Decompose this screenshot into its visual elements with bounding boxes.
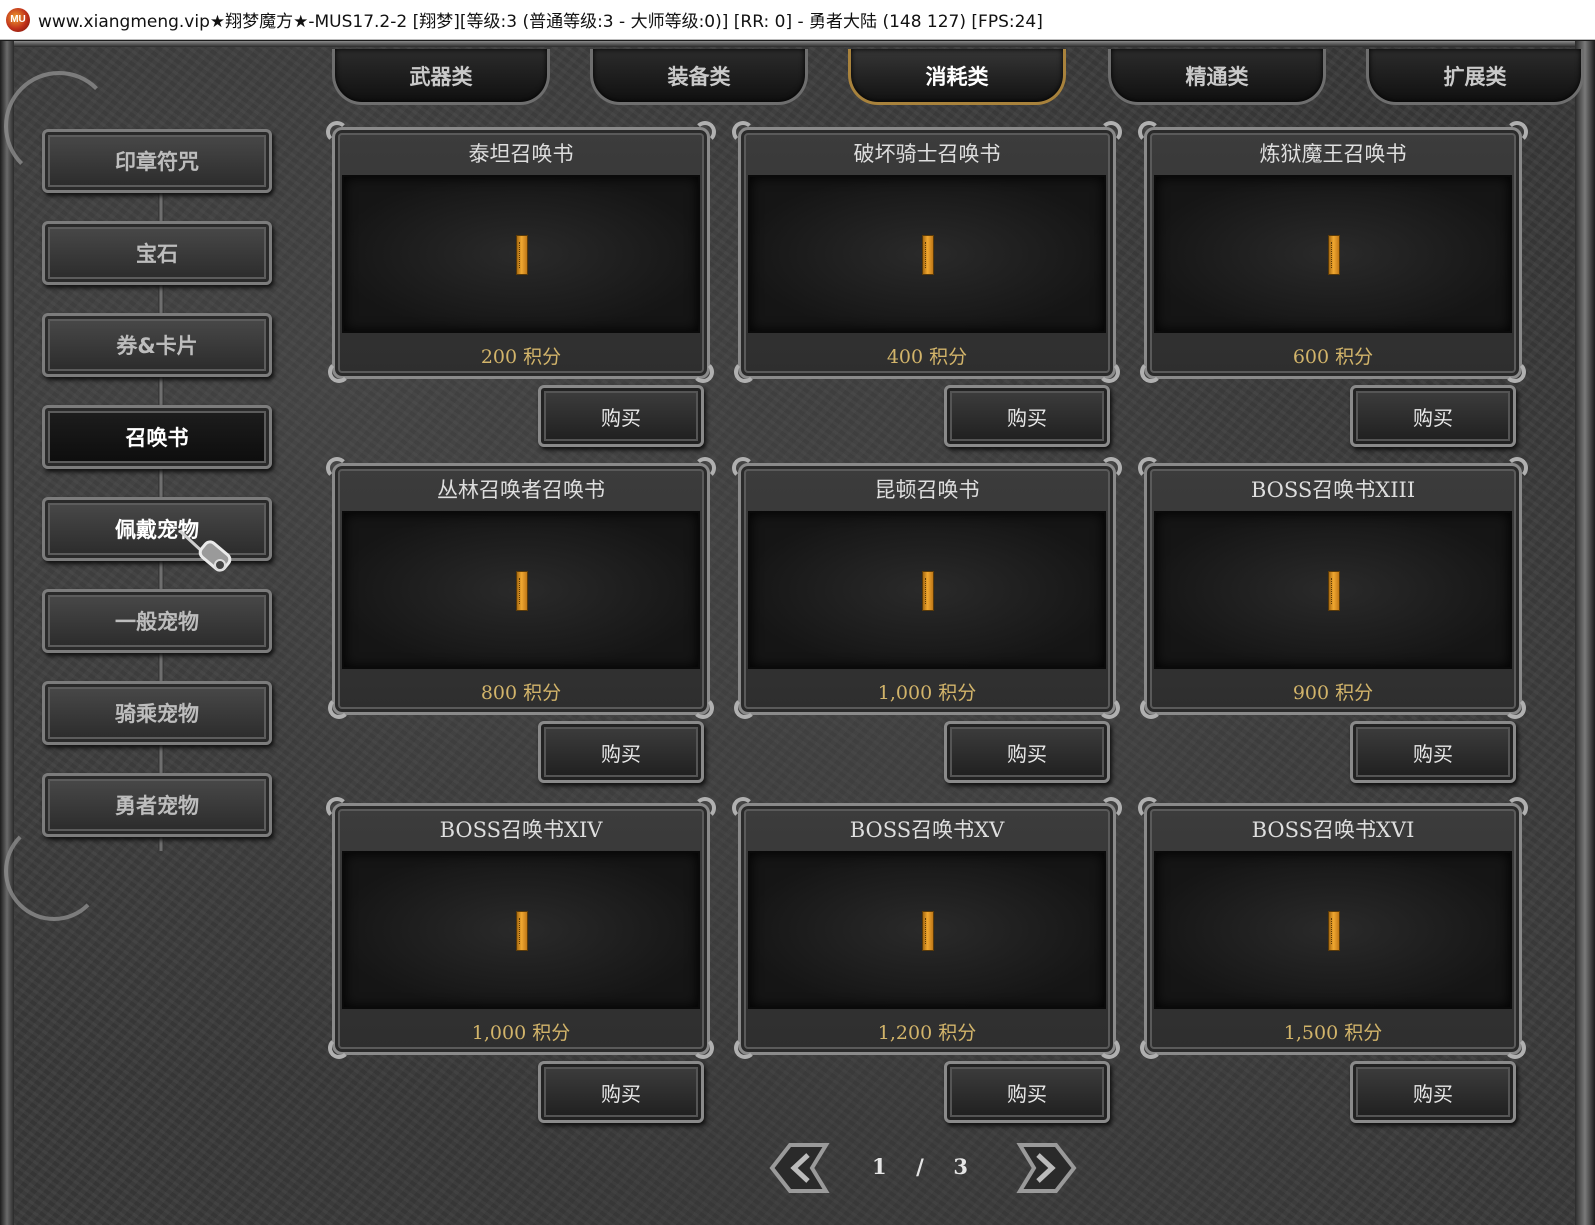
category-mount-pet[interactable]: 骑乘宠物 bbox=[42, 681, 272, 745]
item-preview[interactable] bbox=[748, 175, 1106, 333]
tab-extension[interactable]: 扩展类 bbox=[1366, 49, 1584, 105]
item-card: BOSS召唤书XIV 1,000 积分 bbox=[326, 797, 716, 1059]
tab-weapons[interactable]: 武器类 bbox=[332, 49, 550, 105]
scroll-icon bbox=[1328, 911, 1340, 951]
category-hero-pet[interactable]: 勇者宠物 bbox=[42, 773, 272, 837]
item-preview[interactable] bbox=[342, 511, 700, 669]
item-card: 破坏骑士召唤书 400 积分 bbox=[732, 121, 1122, 383]
window-title: www.xiangmeng.vip★翔梦魔方★-MUS17.2-2 [翔梦][等… bbox=[38, 12, 1043, 32]
scroll-icon bbox=[516, 571, 528, 611]
buy-button[interactable]: 购买 bbox=[1350, 385, 1516, 447]
item-preview[interactable] bbox=[342, 851, 700, 1009]
arrow-right-icon[interactable] bbox=[1016, 1141, 1078, 1195]
page-indicator: 1 / 3 bbox=[872, 1151, 968, 1181]
buy-button[interactable]: 购买 bbox=[538, 385, 704, 447]
item-card: 炼狱魔王召唤书 600 积分 bbox=[1138, 121, 1528, 383]
item-name: 昆顿召唤书 bbox=[874, 478, 980, 502]
item-price: 1,000 积分 bbox=[877, 681, 977, 704]
item-price: 1,500 积分 bbox=[1283, 1021, 1383, 1044]
frame-top bbox=[0, 41, 1595, 47]
item-price: 900 积分 bbox=[1292, 681, 1374, 704]
item-name: BOSS召唤书XV bbox=[849, 818, 1005, 842]
item-name: BOSS召唤书XIV bbox=[439, 818, 603, 842]
hammer-cursor-icon bbox=[178, 529, 232, 572]
scroll-icon bbox=[516, 235, 528, 275]
category-gem[interactable]: 宝石 bbox=[42, 221, 272, 285]
item-price: 200 积分 bbox=[480, 345, 562, 368]
shop-window: 武器类 装备类 消耗类 精通类 扩展类 印章符咒 宝石 券&卡片 召唤书 佩戴宠… bbox=[0, 41, 1595, 1225]
item-name: 丛林召唤者召唤书 bbox=[437, 478, 605, 502]
category-seal-charm[interactable]: 印章符咒 bbox=[42, 129, 272, 193]
scroll-icon bbox=[922, 235, 934, 275]
item-preview[interactable] bbox=[748, 511, 1106, 669]
item-name: 破坏骑士召唤书 bbox=[853, 142, 1001, 166]
scroll-icon bbox=[1328, 571, 1340, 611]
buy-button[interactable]: 购买 bbox=[1350, 1061, 1516, 1123]
item-card: 丛林召唤者召唤书 800 积分 bbox=[326, 457, 716, 719]
item-preview[interactable] bbox=[1154, 511, 1512, 669]
category-ticket-card[interactable]: 券&卡片 bbox=[42, 313, 272, 377]
item-price: 400 积分 bbox=[886, 345, 968, 368]
item-card: BOSS召唤书XIII 900 积分 bbox=[1138, 457, 1528, 719]
item-card: BOSS召唤书XV 1,200 积分 bbox=[732, 797, 1122, 1059]
item-name: BOSS召唤书XVI bbox=[1251, 818, 1415, 842]
scroll-icon bbox=[922, 911, 934, 951]
scroll-icon bbox=[922, 571, 934, 611]
item-name: BOSS召唤书XIII bbox=[1250, 478, 1416, 502]
page-total: 3 bbox=[953, 1153, 968, 1179]
item-preview[interactable] bbox=[748, 851, 1106, 1009]
category-wearable-pet[interactable]: 佩戴宠物 bbox=[42, 497, 272, 561]
buy-button[interactable]: 购买 bbox=[1350, 721, 1516, 783]
app-icon: MU bbox=[6, 7, 30, 32]
item-preview[interactable] bbox=[342, 175, 700, 333]
item-name: 泰坦召唤书 bbox=[468, 142, 574, 166]
tab-mastery[interactable]: 精通类 bbox=[1108, 49, 1326, 105]
item-card: BOSS召唤书XVI 1,500 积分 bbox=[1138, 797, 1528, 1059]
item-name: 炼狱魔王召唤书 bbox=[1259, 142, 1407, 166]
frame-left bbox=[0, 41, 14, 1225]
category-general-pet[interactable]: 一般宠物 bbox=[42, 589, 272, 653]
item-price: 1,200 积分 bbox=[877, 1021, 977, 1044]
item-price: 600 积分 bbox=[1292, 345, 1374, 368]
item-preview[interactable] bbox=[1154, 851, 1512, 1009]
tab-equipment[interactable]: 装备类 bbox=[590, 49, 808, 105]
arrow-left-icon[interactable] bbox=[768, 1141, 830, 1195]
item-price: 1,000 积分 bbox=[471, 1021, 571, 1044]
item-preview[interactable] bbox=[1154, 175, 1512, 333]
scroll-icon bbox=[516, 911, 528, 951]
item-card: 泰坦召唤书 200 积分 bbox=[326, 121, 716, 383]
buy-button[interactable]: 购买 bbox=[538, 1061, 704, 1123]
category-summon-book[interactable]: 召唤书 bbox=[42, 405, 272, 469]
item-card: 昆顿召唤书 1,000 积分 bbox=[732, 457, 1122, 719]
buy-button[interactable]: 购买 bbox=[944, 385, 1110, 447]
buy-button[interactable]: 购买 bbox=[944, 721, 1110, 783]
tab-consumables[interactable]: 消耗类 bbox=[848, 49, 1066, 105]
buy-button[interactable]: 购买 bbox=[538, 721, 704, 783]
buy-button[interactable]: 购买 bbox=[944, 1061, 1110, 1123]
item-price: 800 积分 bbox=[480, 681, 562, 704]
frame-right bbox=[1575, 41, 1595, 1225]
page-current: 1 bbox=[872, 1153, 887, 1179]
scroll-icon bbox=[1328, 235, 1340, 275]
window-titlebar: MU www.xiangmeng.vip★翔梦魔方★-MUS17.2-2 [翔梦… bbox=[0, 0, 1595, 40]
page-separator: / bbox=[916, 1153, 924, 1179]
